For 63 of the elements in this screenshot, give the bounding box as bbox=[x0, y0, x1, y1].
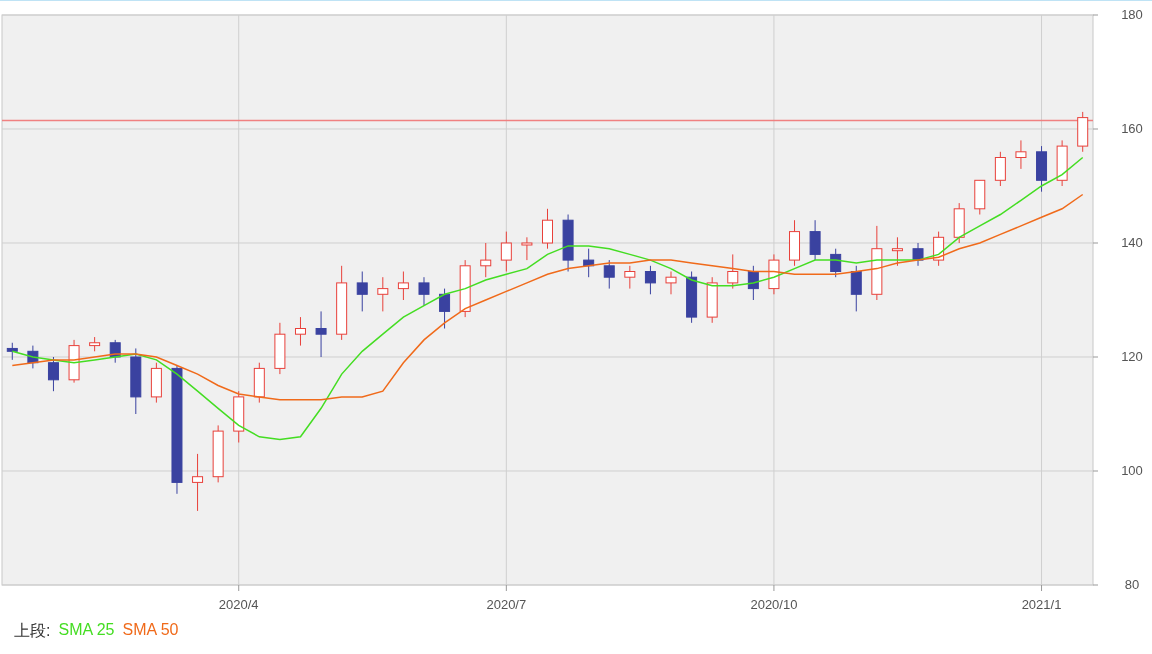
candlestick bbox=[356, 271, 368, 312]
axis-label: 2021/1 bbox=[1021, 597, 1062, 612]
candlestick bbox=[1036, 145, 1048, 193]
candlestick bbox=[953, 202, 965, 244]
candlestick bbox=[830, 248, 842, 278]
candlestick bbox=[89, 336, 101, 352]
candlestick bbox=[1077, 111, 1089, 153]
candlestick bbox=[6, 342, 18, 361]
candlestick bbox=[994, 151, 1006, 187]
candlestick bbox=[706, 276, 718, 324]
axis-label: 2020/10 bbox=[750, 597, 798, 612]
candlestick bbox=[727, 253, 739, 290]
candlestick bbox=[377, 276, 389, 312]
candlestick bbox=[603, 259, 615, 290]
legend-item: SMA 50 bbox=[122, 621, 179, 640]
candlestick bbox=[212, 424, 224, 483]
candlestick bbox=[768, 253, 780, 295]
candlestick bbox=[665, 271, 677, 295]
axis-label: 2020/7 bbox=[486, 597, 527, 612]
candlestick bbox=[933, 231, 945, 267]
candlestick bbox=[130, 347, 142, 415]
legend-item: SMA 25 bbox=[58, 621, 115, 640]
candlestick bbox=[583, 248, 595, 278]
axis-label: 160 bbox=[1121, 121, 1143, 136]
candlestick bbox=[68, 339, 80, 384]
candlestick bbox=[542, 208, 553, 250]
axis-label: 180 bbox=[1121, 7, 1143, 22]
candlestick bbox=[27, 345, 39, 369]
candlestick bbox=[850, 265, 862, 312]
candlestick bbox=[521, 236, 533, 261]
candlestick bbox=[500, 231, 512, 272]
candlestick bbox=[480, 242, 492, 278]
candlestick bbox=[150, 362, 162, 404]
axis-label: 120 bbox=[1121, 349, 1143, 364]
candlestick bbox=[1015, 139, 1027, 170]
axis-label: 100 bbox=[1121, 463, 1143, 478]
candlestick bbox=[891, 236, 903, 267]
candlestick bbox=[562, 214, 574, 272]
candlestick bbox=[274, 322, 286, 375]
axis-label: 80 bbox=[1124, 577, 1140, 592]
candlestick bbox=[459, 259, 471, 318]
candlestick bbox=[1056, 139, 1068, 187]
candlestick bbox=[439, 288, 451, 329]
axis-label: 2020/4 bbox=[218, 597, 259, 612]
candlestick bbox=[747, 265, 759, 301]
candlestick bbox=[418, 276, 430, 307]
legend-label: 上段: bbox=[14, 621, 51, 641]
candlestick bbox=[315, 310, 327, 358]
candlestick bbox=[397, 271, 409, 301]
candlestick bbox=[686, 271, 698, 324]
candlestick bbox=[253, 362, 265, 404]
candlestick bbox=[109, 339, 121, 364]
candlestick bbox=[809, 219, 821, 261]
candlestick bbox=[974, 179, 986, 215]
candlestick bbox=[789, 219, 800, 267]
candlestick bbox=[192, 453, 204, 512]
candlestick bbox=[912, 242, 924, 267]
candlestick bbox=[233, 390, 245, 443]
candlestick bbox=[47, 356, 59, 392]
candlestick bbox=[644, 265, 656, 295]
candlestick bbox=[624, 265, 636, 290]
axis-label: 140 bbox=[1121, 235, 1143, 250]
candlestick bbox=[295, 316, 306, 347]
